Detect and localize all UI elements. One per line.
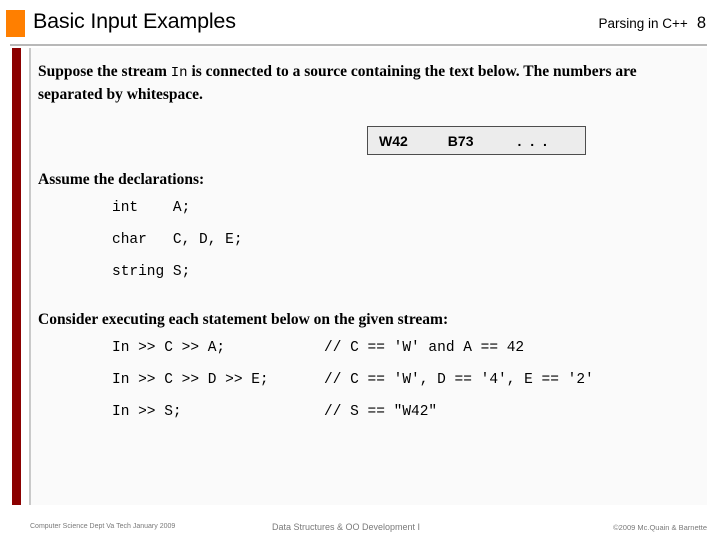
intro-paragraph: Suppose the stream In is connected to a … [38,61,688,106]
page-title: Basic Input Examples [33,9,236,33]
statement-comment-2: // C == 'W', D == '4', E == '2' [324,372,594,388]
intro-text-before: Suppose the stream [38,63,171,80]
declarations-heading: Assume the declarations: [38,171,205,188]
consider-heading: Consider executing each statement below … [38,311,449,328]
declaration-line-string: string S; [112,264,191,280]
stream-ellipsis: . . . [517,132,550,149]
statement-code-1: In >> C >> A; [112,340,226,356]
statement-comment-3: // S == "W42" [324,404,438,420]
footer-copyright: ©2009 Mc.Quain & Barnette [613,523,707,532]
declaration-line-int: int A; [112,200,191,216]
slide-header: Basic Input Examples Parsing in C++ 8 [0,0,720,46]
stream-token-first: W42 [379,132,408,149]
statement-code-2: In >> C >> D >> E; [112,372,269,388]
header-meta: Parsing in C++ 8 [599,14,707,33]
deck-subtitle: Parsing in C++ [598,16,688,31]
stream-token-second: B73 [447,132,474,149]
header-divider [10,44,707,46]
statement-code-3: In >> S; [112,404,182,420]
intro-stream-identifier: In [170,65,188,81]
slide-footer: Computer Science Dept Va Tech January 20… [0,518,720,540]
slide-content: Suppose the stream In is connected to a … [29,48,707,505]
page-number: 8 [696,14,706,32]
declaration-line-char: char C, D, E; [112,232,243,248]
sidebar-accent-bar [12,48,21,505]
footer-course-title: Data Structures & OO Development I [272,522,421,532]
accent-square-icon [6,10,25,37]
stream-contents-box: W42 B73 . . . [367,126,586,155]
footer-attribution: Computer Science Dept Va Tech January 20… [30,523,176,530]
statement-comment-1: // C == 'W' and A == 42 [324,340,525,356]
